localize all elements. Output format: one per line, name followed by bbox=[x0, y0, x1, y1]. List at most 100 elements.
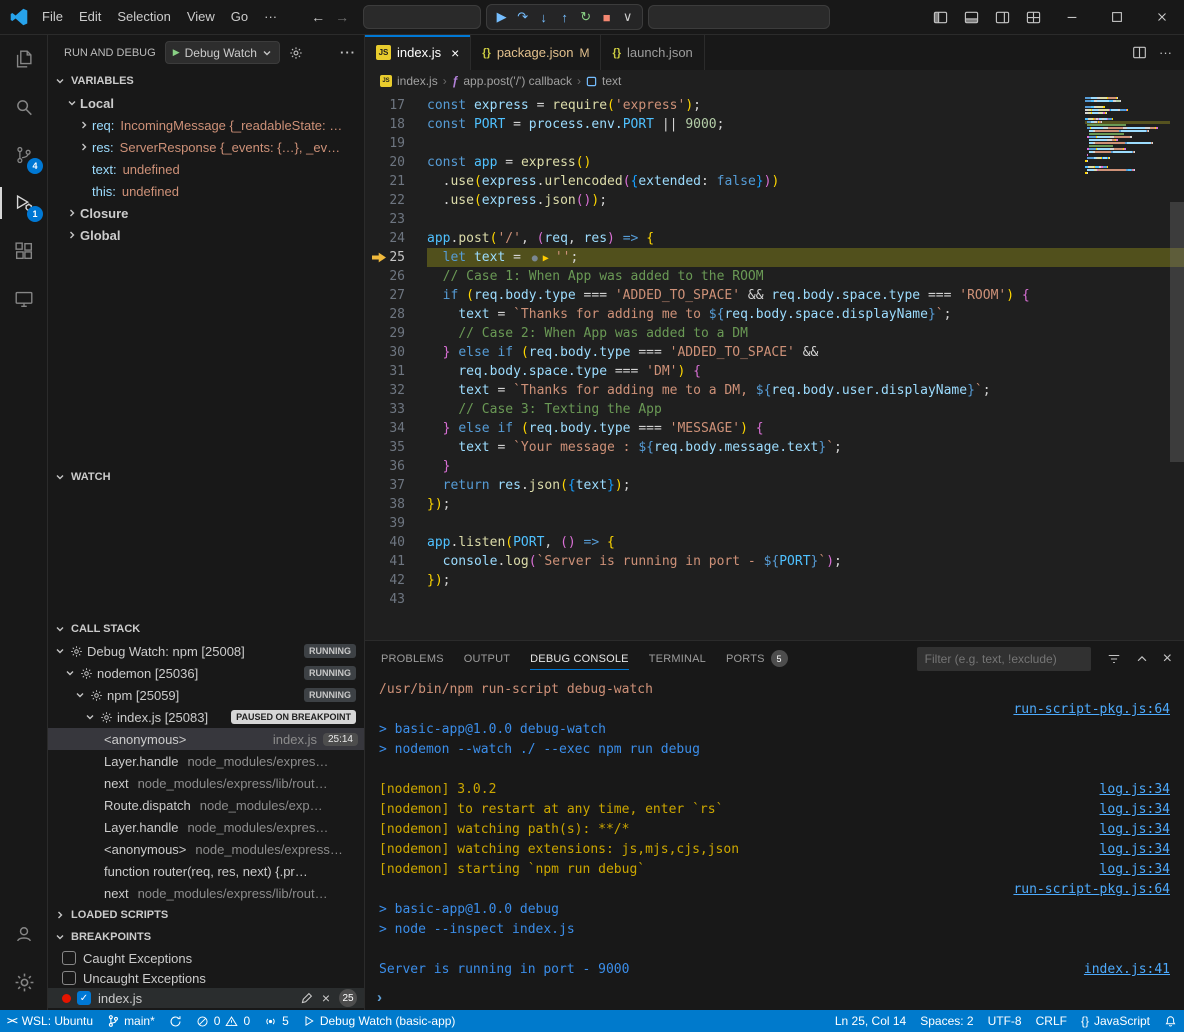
code-line-23[interactable]: 23 bbox=[365, 210, 1184, 229]
panel-tab-problems[interactable]: PROBLEMS bbox=[381, 641, 444, 676]
console-source-link[interactable]: log.js:34 bbox=[1100, 860, 1170, 880]
stack-frame-row[interactable]: nextnode_modules/express/lib/rout… bbox=[48, 882, 364, 904]
forward-button[interactable]: → bbox=[335, 9, 349, 25]
breakpoint-checkbox[interactable] bbox=[62, 951, 76, 965]
code-line-20[interactable]: 20const app = express() bbox=[365, 153, 1184, 172]
debug-session-row[interactable]: index.js [25083]PAUSED ON BREAKPOINT bbox=[48, 706, 364, 728]
code-line-22[interactable]: 22 .use(express.json()); bbox=[365, 191, 1184, 210]
line-number[interactable]: 21 bbox=[365, 172, 427, 191]
breakpoint-checkbox[interactable]: ✓ bbox=[77, 991, 91, 1005]
line-number[interactable]: 28 bbox=[365, 305, 427, 324]
line-number[interactable]: 32 bbox=[365, 381, 427, 400]
line-number[interactable]: 19 bbox=[365, 134, 427, 153]
editor-scrollbar[interactable] bbox=[1170, 202, 1184, 462]
breakpoint-row[interactable]: ✓index.js×25 bbox=[48, 988, 364, 1008]
code-line-35[interactable]: 35 text = `Your message : ${req.body.mes… bbox=[365, 438, 1184, 457]
line-number[interactable]: 40 bbox=[365, 533, 427, 552]
step-into-button[interactable]: ↓ bbox=[533, 6, 554, 28]
breakpoints-section-header[interactable]: BREAKPOINTS bbox=[48, 926, 364, 948]
code-line-41[interactable]: 41 console.log(`Server is running in por… bbox=[365, 552, 1184, 571]
menu-selection[interactable]: Selection bbox=[109, 6, 178, 28]
line-number[interactable]: 42 bbox=[365, 571, 427, 590]
breakpoint-checkbox[interactable] bbox=[62, 971, 76, 985]
breadcrumb-item[interactable]: text bbox=[586, 74, 621, 88]
chevron-down-icon[interactable] bbox=[62, 668, 78, 678]
stack-frame-row[interactable]: function router(req, res, next) {.pr… bbox=[48, 860, 364, 882]
console-source-link[interactable]: log.js:34 bbox=[1100, 840, 1170, 860]
call-stack-section-header[interactable]: CALL STACK bbox=[48, 618, 364, 640]
code-line-25[interactable]: 25 let text = ●▶''; bbox=[365, 248, 1184, 267]
debug-session-row[interactable]: Debug Watch: npm [25008]RUNNING bbox=[48, 640, 364, 662]
code-line-19[interactable]: 19 bbox=[365, 134, 1184, 153]
chevron-down-icon[interactable] bbox=[64, 98, 80, 108]
code-line-18[interactable]: 18const PORT = process.env.PORT || 9000; bbox=[365, 115, 1184, 134]
chevron-down-icon[interactable] bbox=[72, 690, 88, 700]
activity-extensions[interactable] bbox=[0, 227, 48, 275]
console-source-link[interactable]: log.js:34 bbox=[1100, 780, 1170, 800]
chevron-right-icon[interactable] bbox=[76, 120, 92, 130]
activity-search[interactable] bbox=[0, 83, 48, 131]
toggle-panel-icon[interactable] bbox=[956, 0, 987, 34]
line-number[interactable]: 30 bbox=[365, 343, 427, 362]
activity-run-and-debug[interactable]: 1 bbox=[0, 179, 48, 227]
code-line-34[interactable]: 34 } else if (req.body.type === 'MESSAGE… bbox=[365, 419, 1184, 438]
debug-config-picker[interactable]: ▶ Debug Watch bbox=[165, 41, 280, 64]
command-center-left[interactable] bbox=[363, 5, 481, 29]
remove-breakpoint-icon[interactable]: × bbox=[322, 991, 330, 1005]
console-source-link[interactable]: run-script-pkg.js:64 bbox=[1013, 880, 1170, 900]
code-line-31[interactable]: 31 req.body.space.type === 'DM') { bbox=[365, 362, 1184, 381]
menu-overflow[interactable]: ··· bbox=[256, 6, 285, 28]
line-number[interactable]: 35 bbox=[365, 438, 427, 457]
activity-source-control[interactable]: 4 bbox=[0, 131, 48, 179]
variable-row[interactable]: req:IncomingMessage {_readableState: … bbox=[48, 114, 364, 136]
loaded-scripts-section-header[interactable]: LOADED SCRIPTS bbox=[48, 904, 364, 926]
code-line-33[interactable]: 33 // Case 3: Texting the App bbox=[365, 400, 1184, 419]
status-eol[interactable]: CRLF bbox=[1029, 1010, 1074, 1032]
activity-explorer[interactable] bbox=[0, 35, 48, 83]
line-number[interactable]: 23 bbox=[365, 210, 427, 229]
menu-view[interactable]: View bbox=[179, 6, 223, 28]
variable-row[interactable]: Global bbox=[48, 224, 364, 246]
stack-frame-row[interactable]: nextnode_modules/express/lib/rout… bbox=[48, 772, 364, 794]
minimize-button[interactable] bbox=[1049, 0, 1094, 34]
line-number[interactable]: 34 bbox=[365, 419, 427, 438]
line-number[interactable]: 37 bbox=[365, 476, 427, 495]
close-window-button[interactable] bbox=[1139, 0, 1184, 34]
tab-launch.json[interactable]: {}launch.json bbox=[601, 35, 704, 70]
code-line-27[interactable]: 27 if (req.body.type === 'ADDED_TO_SPACE… bbox=[365, 286, 1184, 305]
code-line-32[interactable]: 32 text = `Thanks for adding me to a DM,… bbox=[365, 381, 1184, 400]
breakpoint-row[interactable]: Caught Exceptions bbox=[48, 948, 364, 968]
tab-index.js[interactable]: JSindex.js× bbox=[365, 35, 471, 70]
maximize-button[interactable] bbox=[1094, 0, 1139, 34]
panel-tab-terminal[interactable]: TERMINAL bbox=[649, 641, 706, 676]
panel-tab-ports[interactable]: PORTS5 bbox=[726, 641, 788, 676]
status-indentation[interactable]: Spaces: 2 bbox=[913, 1010, 980, 1032]
step-out-button[interactable]: ↑ bbox=[554, 6, 575, 28]
status-language-mode[interactable]: {}JavaScript bbox=[1074, 1010, 1157, 1032]
watch-section-header[interactable]: WATCH bbox=[48, 466, 364, 488]
status-sync-status[interactable] bbox=[162, 1010, 189, 1032]
edit-breakpoint-icon[interactable] bbox=[300, 992, 313, 1005]
panel-tab-output[interactable]: OUTPUT bbox=[464, 641, 510, 676]
step-over-button[interactable]: ↷ bbox=[512, 6, 533, 28]
line-number[interactable]: 31 bbox=[365, 362, 427, 381]
line-number[interactable]: 25 bbox=[365, 248, 427, 267]
console-source-link[interactable]: log.js:34 bbox=[1100, 820, 1170, 840]
debug-session-row[interactable]: npm [25059]RUNNING bbox=[48, 684, 364, 706]
filter-icon[interactable] bbox=[1107, 652, 1121, 666]
line-number[interactable]: 20 bbox=[365, 153, 427, 172]
continue-button[interactable]: ▶ bbox=[491, 6, 512, 28]
gear-icon[interactable] bbox=[289, 46, 303, 60]
line-number[interactable]: 38 bbox=[365, 495, 427, 514]
line-number[interactable]: 24 bbox=[365, 229, 427, 248]
status-cursor-position[interactable]: Ln 25, Col 14 bbox=[828, 1010, 913, 1032]
code-line-29[interactable]: 29 // Case 2: When App was added to a DM bbox=[365, 324, 1184, 343]
tab-package.json[interactable]: {}package.jsonM bbox=[471, 35, 601, 70]
code-line-28[interactable]: 28 text = `Thanks for adding me to ${req… bbox=[365, 305, 1184, 324]
console-source-link[interactable]: log.js:34 bbox=[1100, 800, 1170, 820]
code-line-37[interactable]: 37 return res.json({text}); bbox=[365, 476, 1184, 495]
chevron-down-icon[interactable] bbox=[82, 712, 98, 722]
breadcrumb-item[interactable]: ƒapp.post('/') callback bbox=[452, 74, 572, 88]
code-line-36[interactable]: 36 } bbox=[365, 457, 1184, 476]
back-button[interactable]: ← bbox=[311, 9, 325, 25]
